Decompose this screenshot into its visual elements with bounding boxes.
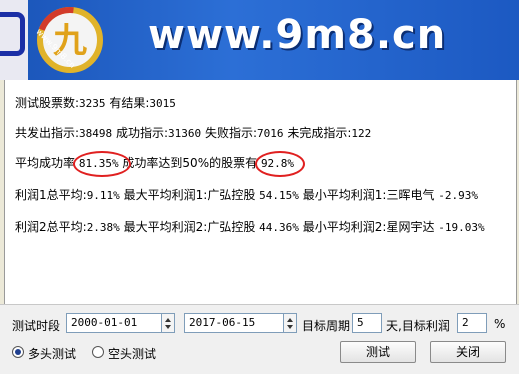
target-period-label: 目标周期 <box>302 319 351 333</box>
left-edge-glyph <box>0 12 25 56</box>
p2-avg-value: 2.38% <box>86 221 120 234</box>
incomplete-value: 122 <box>351 127 372 140</box>
start-date-field[interactable]: 2000-01-01 <box>66 313 162 333</box>
success-label: 成功指示: <box>116 126 169 140</box>
stock-count-line: 测试股票数:3235 有结果:3015 <box>15 94 176 111</box>
short-test-label[interactable]: 空头测试 <box>108 345 156 362</box>
spin-up-icon[interactable] <box>287 318 293 322</box>
incomplete-label: 未完成指示: <box>287 126 352 140</box>
p2-min-name: 星网宇达 <box>386 220 435 234</box>
signals-label: 共发出指示: <box>15 126 80 140</box>
avg-success-highlight: 81.35% <box>72 151 131 177</box>
start-date-spinner[interactable] <box>161 313 175 333</box>
p1-max-value: 54.15% <box>259 189 299 202</box>
p1-avg-label: 利润1总平均: <box>15 188 87 202</box>
target-profit-field[interactable]: 2 <box>457 313 487 333</box>
p2-avg-label: 利润2总平均: <box>15 220 87 234</box>
total-value: 3235 <box>79 97 106 110</box>
p2-min-label: 最小平均利润2: <box>302 220 387 234</box>
p2-min-value: -19.03% <box>438 221 485 234</box>
day-target-profit-label: 天,目标利润 <box>386 319 450 333</box>
end-date-spinner[interactable] <box>283 313 297 333</box>
long-test-radio[interactable] <box>12 346 24 358</box>
short-test-radio[interactable] <box>92 346 104 358</box>
profit1-line: 利润1总平均:9.11% 最大平均利润1:广弘控股 54.15% 最小平均利润1… <box>15 186 478 203</box>
close-button[interactable]: 关闭 <box>430 341 506 363</box>
fail-value: 7016 <box>257 127 284 140</box>
signals-value: 38498 <box>79 127 113 140</box>
controls-bar: 测试时段 2000-01-01 2017-06-15 目标周期 5 天,目标利润… <box>0 304 519 374</box>
end-date-field[interactable]: 2017-06-15 <box>184 313 284 333</box>
p1-avg-value: 9.11% <box>86 189 120 202</box>
long-test-label[interactable]: 多头测试 <box>28 345 76 362</box>
p1-min-label: 最小平均利润1: <box>302 188 387 202</box>
success-value: 31360 <box>168 127 202 140</box>
spin-up-icon[interactable] <box>165 318 171 322</box>
percent-label: % <box>494 317 506 331</box>
success-rate-line: 平均成功率 81.35% 成功率达到50%的股票有 92.8% <box>15 151 305 177</box>
profit2-line: 利润2总平均:2.38% 最大平均利润2:广弘控股 44.36% 最小平均利润2… <box>15 218 485 235</box>
result-label: 有结果: <box>109 96 150 110</box>
red-circle-1 <box>72 151 131 177</box>
p2-max-value: 44.36% <box>259 221 299 234</box>
rate-50-label: 成功率达到50%的股票有 <box>122 156 258 170</box>
results-panel: 测试股票数:3235 有结果:3015 共发出指示:38498 成功指示:313… <box>4 80 517 305</box>
fail-label: 失败指示: <box>205 126 258 140</box>
red-circle-2 <box>254 151 305 177</box>
p2-max-name: 广弘控股 <box>207 220 256 234</box>
avg-success-label: 平均成功率 <box>15 156 76 170</box>
result-value: 3015 <box>149 97 176 110</box>
p1-max-label: 最大平均利润1: <box>123 188 208 202</box>
test-button[interactable]: 测试 <box>340 341 416 363</box>
target-period-field[interactable]: 5 <box>352 313 382 333</box>
spin-down-icon[interactable] <box>287 325 293 329</box>
spin-down-icon[interactable] <box>165 325 171 329</box>
watermark-url: www.9m8.cn <box>148 12 447 58</box>
p1-min-name: 三晖电气 <box>386 188 435 202</box>
p1-min-value: -2.93% <box>438 189 479 202</box>
p2-max-label: 最大平均利润2: <box>123 220 208 234</box>
period-label: 测试时段 <box>12 319 61 333</box>
total-label: 测试股票数: <box>15 96 80 110</box>
watermark-banner: 九 www.9m8.cn www.9m8.cn <box>0 0 519 80</box>
rate-50-highlight: 92.8% <box>254 151 305 177</box>
p1-max-name: 广弘控股 <box>207 188 256 202</box>
signals-line: 共发出指示:38498 成功指示:31360 失败指示:7016 未完成指示:1… <box>15 124 371 141</box>
